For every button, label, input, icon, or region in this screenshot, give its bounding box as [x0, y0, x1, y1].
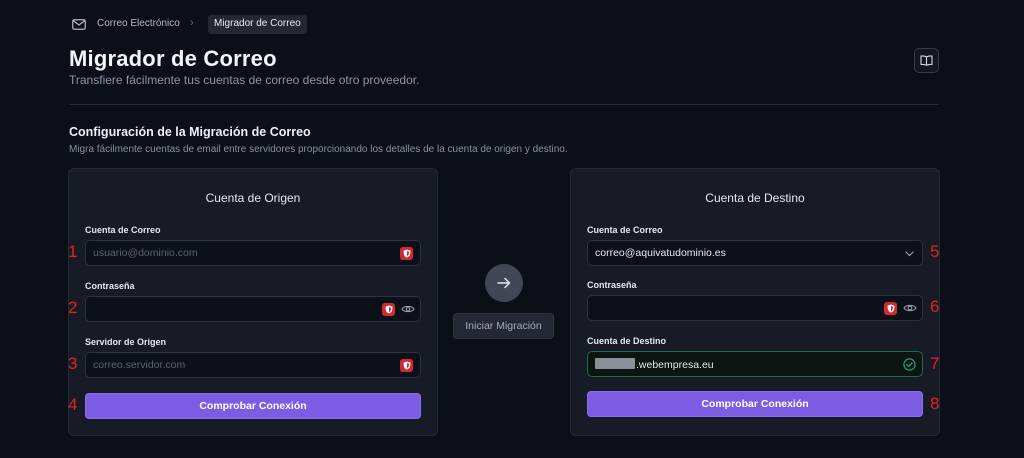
- source-password-label: Contraseña: [85, 281, 135, 291]
- password-manager-icon[interactable]: [400, 359, 413, 372]
- source-server-placeholder: correo.servidor.com: [93, 359, 186, 371]
- start-migration-button[interactable]: Iniciar Migración: [453, 313, 554, 339]
- source-email-label: Cuenta de Correo: [85, 225, 161, 235]
- page-subtitle: Transfiere fácilmente tus cuentas de cor…: [69, 73, 420, 87]
- section-title: Configuración de la Migración de Correo: [69, 125, 311, 139]
- annotation-8: 8: [930, 394, 940, 413]
- arrow-right-icon: [497, 277, 511, 289]
- redacted-username: [595, 358, 635, 369]
- source-panel-title: Cuenta de Origen: [205, 191, 301, 205]
- breadcrumb-email[interactable]: Correo Electrónico: [97, 18, 180, 29]
- source-email-input[interactable]: usuario@dominio.com: [85, 240, 421, 266]
- source-account-panel: Cuenta de Origen Cuenta de Correo usuari…: [68, 168, 438, 436]
- annotation-3: 3: [68, 354, 78, 373]
- chevron-down-icon: [905, 251, 914, 257]
- breadcrumb-current: Migrador de Correo: [208, 15, 307, 34]
- header-divider: [69, 104, 939, 105]
- password-manager-icon[interactable]: [400, 247, 413, 260]
- eye-icon[interactable]: [903, 303, 917, 313]
- page-title: Migrador de Correo: [69, 46, 277, 71]
- source-check-connection-button[interactable]: Comprobar Conexión: [85, 393, 421, 419]
- destination-domain: .webempresa.eu: [636, 359, 714, 371]
- book-icon: [920, 55, 933, 66]
- annotation-4: 4: [68, 395, 78, 414]
- destination-email-select[interactable]: correo@aquivatudominio.es: [587, 240, 923, 266]
- mail-icon: [72, 19, 86, 30]
- destination-account-value: .webempresa.eu: [595, 358, 714, 371]
- destination-password-input[interactable]: [587, 295, 923, 321]
- destination-email-value: correo@aquivatudominio.es: [595, 247, 726, 259]
- destination-email-label: Cuenta de Correo: [587, 225, 663, 235]
- source-email-placeholder: usuario@dominio.com: [93, 247, 198, 259]
- destination-account-input[interactable]: .webempresa.eu: [587, 351, 923, 377]
- password-manager-icon[interactable]: [382, 303, 395, 316]
- annotation-6: 6: [930, 297, 940, 316]
- breadcrumb-separator: ›: [190, 17, 194, 29]
- annotation-7: 7: [930, 354, 940, 373]
- annotation-2: 2: [68, 298, 78, 317]
- source-server-input[interactable]: correo.servidor.com: [85, 352, 421, 378]
- destination-account-label: Cuenta de Destino: [587, 336, 667, 346]
- source-password-input[interactable]: [85, 296, 421, 322]
- check-circle-icon: [903, 358, 916, 371]
- section-description: Migra fácilmente cuentas de email entre …: [69, 144, 568, 155]
- annotation-1: 1: [68, 242, 78, 261]
- destination-check-connection-button[interactable]: Comprobar Conexión: [587, 391, 923, 417]
- help-button[interactable]: [914, 48, 939, 73]
- destination-panel-title: Cuenta de Destino: [705, 191, 805, 205]
- migrate-arrow-button[interactable]: [485, 264, 523, 302]
- annotation-5: 5: [930, 242, 940, 261]
- source-server-label: Servidor de Origen: [85, 337, 167, 347]
- destination-password-label: Contraseña: [587, 280, 637, 290]
- password-manager-icon[interactable]: [884, 302, 897, 315]
- destination-account-panel: Cuenta de Destino Cuenta de Correo corre…: [570, 168, 940, 436]
- eye-icon[interactable]: [401, 304, 415, 314]
